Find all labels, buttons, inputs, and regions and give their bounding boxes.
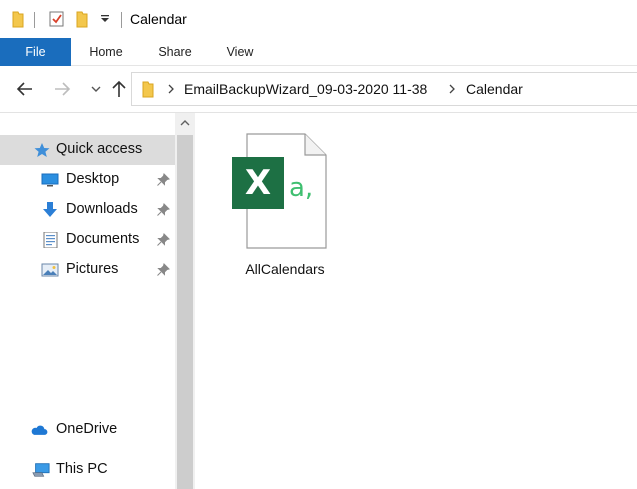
title-bar: Calendar — [0, 0, 637, 38]
nav-item-pictures[interactable]: Pictures — [0, 255, 175, 285]
properties-icon[interactable] — [48, 10, 66, 28]
recent-locations-dropdown-icon[interactable] — [85, 78, 107, 100]
nav-item-label: Downloads — [66, 201, 138, 217]
nav-item-documents[interactable]: Documents — [0, 225, 175, 255]
ribbon-tabs: File Home Share View — [0, 38, 637, 66]
star-icon — [34, 143, 50, 157]
pictures-icon — [41, 263, 59, 277]
nav-item-label: OneDrive — [56, 421, 118, 437]
pin-icon[interactable] — [156, 203, 170, 217]
nav-item-desktop[interactable]: Desktop — [0, 165, 175, 195]
nav-item-onedrive[interactable]: OneDrive — [0, 415, 175, 445]
pin-icon[interactable] — [156, 263, 170, 277]
excel-letter: X — [245, 163, 271, 203]
nav-item-label: This PC — [56, 461, 108, 477]
navigation-bar: EmailBackupWizard_09-03-2020 11-38 Calen… — [0, 66, 637, 112]
chevron-right-icon[interactable] — [447, 83, 457, 95]
download-arrow-icon — [43, 202, 57, 217]
cloud-icon — [31, 425, 48, 435]
csv-glyph: a, — [289, 173, 313, 203]
nav-item-downloads[interactable]: Downloads — [0, 195, 175, 225]
pin-icon[interactable] — [156, 233, 170, 247]
documents-icon — [43, 232, 58, 248]
tab-share[interactable]: Share — [147, 38, 203, 66]
breadcrumb-item[interactable]: Calendar — [466, 81, 523, 97]
chevron-right-icon[interactable] — [166, 83, 176, 95]
tab-file[interactable]: File — [0, 38, 71, 66]
pin-icon[interactable] — [156, 173, 170, 187]
file-item[interactable]: X a, AllCalendars — [225, 127, 345, 277]
navigation-pane: Quick access Desktop Downloads Documents — [0, 113, 175, 489]
tab-view[interactable]: View — [212, 38, 268, 66]
folder-icon[interactable] — [10, 10, 26, 28]
file-name: AllCalendars — [245, 261, 325, 277]
scroll-up-arrow-icon[interactable] — [175, 113, 195, 133]
nav-item-label: Quick access — [56, 141, 143, 157]
back-arrow-icon[interactable] — [14, 78, 36, 100]
address-bar[interactable]: EmailBackupWizard_09-03-2020 11-38 Calen… — [131, 72, 637, 106]
scrollbar-thumb[interactable] — [177, 135, 193, 489]
nav-item-label: Desktop — [66, 171, 120, 187]
window-title: Calendar — [130, 11, 187, 27]
excel-csv-icon: X a, — [232, 133, 327, 249]
customize-toolbar-dropdown-icon[interactable] — [100, 14, 110, 24]
up-arrow-icon[interactable] — [108, 78, 130, 100]
nav-item-label: Documents — [66, 231, 140, 247]
tab-home[interactable]: Home — [78, 38, 134, 66]
nav-item-quick-access[interactable]: Quick access — [0, 135, 175, 165]
desktop-icon — [41, 173, 59, 187]
breadcrumb-item[interactable]: EmailBackupWizard_09-03-2020 11-38 — [184, 81, 427, 97]
file-view: X a, AllCalendars — [195, 113, 637, 489]
folder-icon — [142, 81, 154, 98]
nav-item-label: Pictures — [66, 261, 119, 277]
nav-pane-scrollbar[interactable] — [175, 113, 195, 489]
separator — [121, 12, 122, 28]
computer-icon — [32, 463, 50, 477]
new-folder-icon[interactable] — [74, 10, 90, 28]
forward-arrow-icon[interactable] — [51, 78, 73, 100]
nav-item-this-pc[interactable]: This PC — [0, 455, 175, 485]
separator — [34, 12, 35, 28]
